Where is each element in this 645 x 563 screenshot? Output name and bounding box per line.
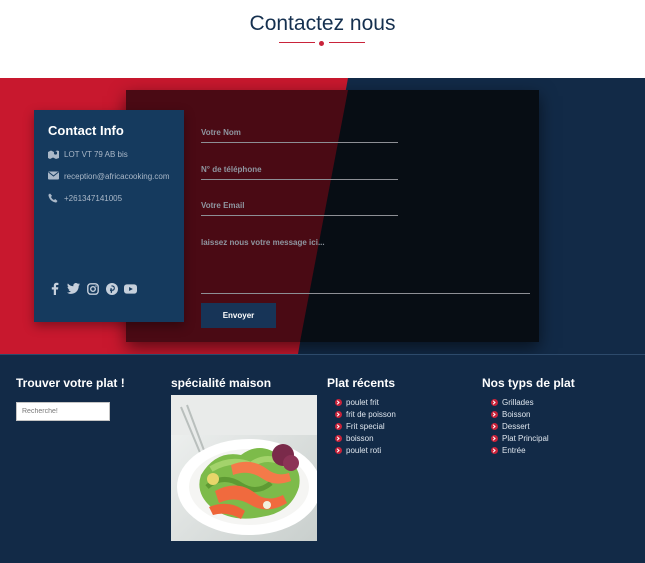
dish-types-list: Grillades Boisson Dessert Plat Principal… — [491, 396, 549, 456]
list-item[interactable]: poulet roti — [335, 444, 396, 456]
message-field[interactable]: laissez nous votre message ici... — [201, 233, 530, 294]
pinterest-icon[interactable] — [105, 282, 118, 295]
send-button[interactable]: Envoyer — [201, 303, 276, 328]
footer: Trouver votre plat ! spécialité maison — [0, 354, 645, 563]
email-link[interactable]: reception@africacooking.com — [64, 172, 170, 181]
message-field-label: laissez nous votre message ici... — [201, 238, 325, 247]
list-item[interactable]: Plat Principal — [491, 432, 549, 444]
list-item[interactable]: Grillades — [491, 396, 549, 408]
recent-dishes-list: poulet frit frit de poisson Frit special… — [335, 396, 396, 456]
email-field[interactable]: Votre Email — [201, 196, 398, 216]
name-field[interactable]: Votre Nom — [201, 123, 398, 143]
list-item[interactable]: Entrée — [491, 444, 549, 456]
chevron-right-icon — [491, 422, 498, 430]
recent-dishes-title: Plat récents — [327, 376, 396, 390]
chevron-right-icon — [491, 398, 498, 406]
instagram-icon[interactable] — [86, 282, 99, 295]
social-links — [48, 282, 137, 295]
address-row: LOT VT 79 AB bis — [48, 149, 128, 159]
envelope-icon — [48, 171, 59, 181]
chevron-right-icon — [335, 410, 342, 418]
phone-row: +261347141005 — [48, 193, 122, 203]
facebook-icon[interactable] — [48, 282, 61, 295]
contact-info-card: Contact Info LOT VT 79 AB bis reception@… — [34, 110, 184, 322]
list-item[interactable]: poulet frit — [335, 396, 396, 408]
chevron-right-icon — [491, 446, 498, 454]
youtube-icon[interactable] — [124, 282, 137, 295]
contact-section: Contact Info LOT VT 79 AB bis reception@… — [0, 78, 645, 354]
chevron-right-icon — [335, 434, 342, 442]
chevron-right-icon — [335, 446, 342, 454]
title-divider — [279, 41, 365, 46]
contact-header: Contactez nous — [0, 0, 645, 78]
phone-field-label: N° de téléphone — [201, 165, 262, 174]
email-row: reception@africacooking.com — [48, 171, 170, 181]
chevron-right-icon — [491, 434, 498, 442]
map-icon — [48, 149, 59, 159]
search-input[interactable] — [16, 402, 110, 421]
address-text: LOT VT 79 AB bis — [64, 149, 128, 159]
list-item[interactable]: Boisson — [491, 408, 549, 420]
dish-types-title: Nos typs de plat — [482, 376, 575, 390]
phone-icon — [48, 193, 59, 203]
chevron-right-icon — [335, 422, 342, 430]
phone-field[interactable]: N° de téléphone — [201, 160, 398, 180]
list-item[interactable]: Dessert — [491, 420, 549, 432]
specialty-dish-image[interactable] — [171, 395, 317, 541]
list-item[interactable]: boisson — [335, 432, 396, 444]
page-title: Contactez nous — [249, 12, 396, 35]
chevron-right-icon — [335, 398, 342, 406]
contact-info-title: Contact Info — [48, 123, 124, 138]
name-field-label: Votre Nom — [201, 128, 241, 137]
chevron-right-icon — [491, 410, 498, 418]
list-item[interactable]: Frit special — [335, 420, 396, 432]
list-item[interactable]: frit de poisson — [335, 408, 396, 420]
specialty-title: spécialité maison — [171, 376, 272, 390]
search-title: Trouver votre plat ! — [16, 376, 125, 390]
email-field-label: Votre Email — [201, 201, 245, 210]
twitter-icon[interactable] — [67, 282, 80, 295]
phone-text: +261347141005 — [64, 193, 123, 203]
